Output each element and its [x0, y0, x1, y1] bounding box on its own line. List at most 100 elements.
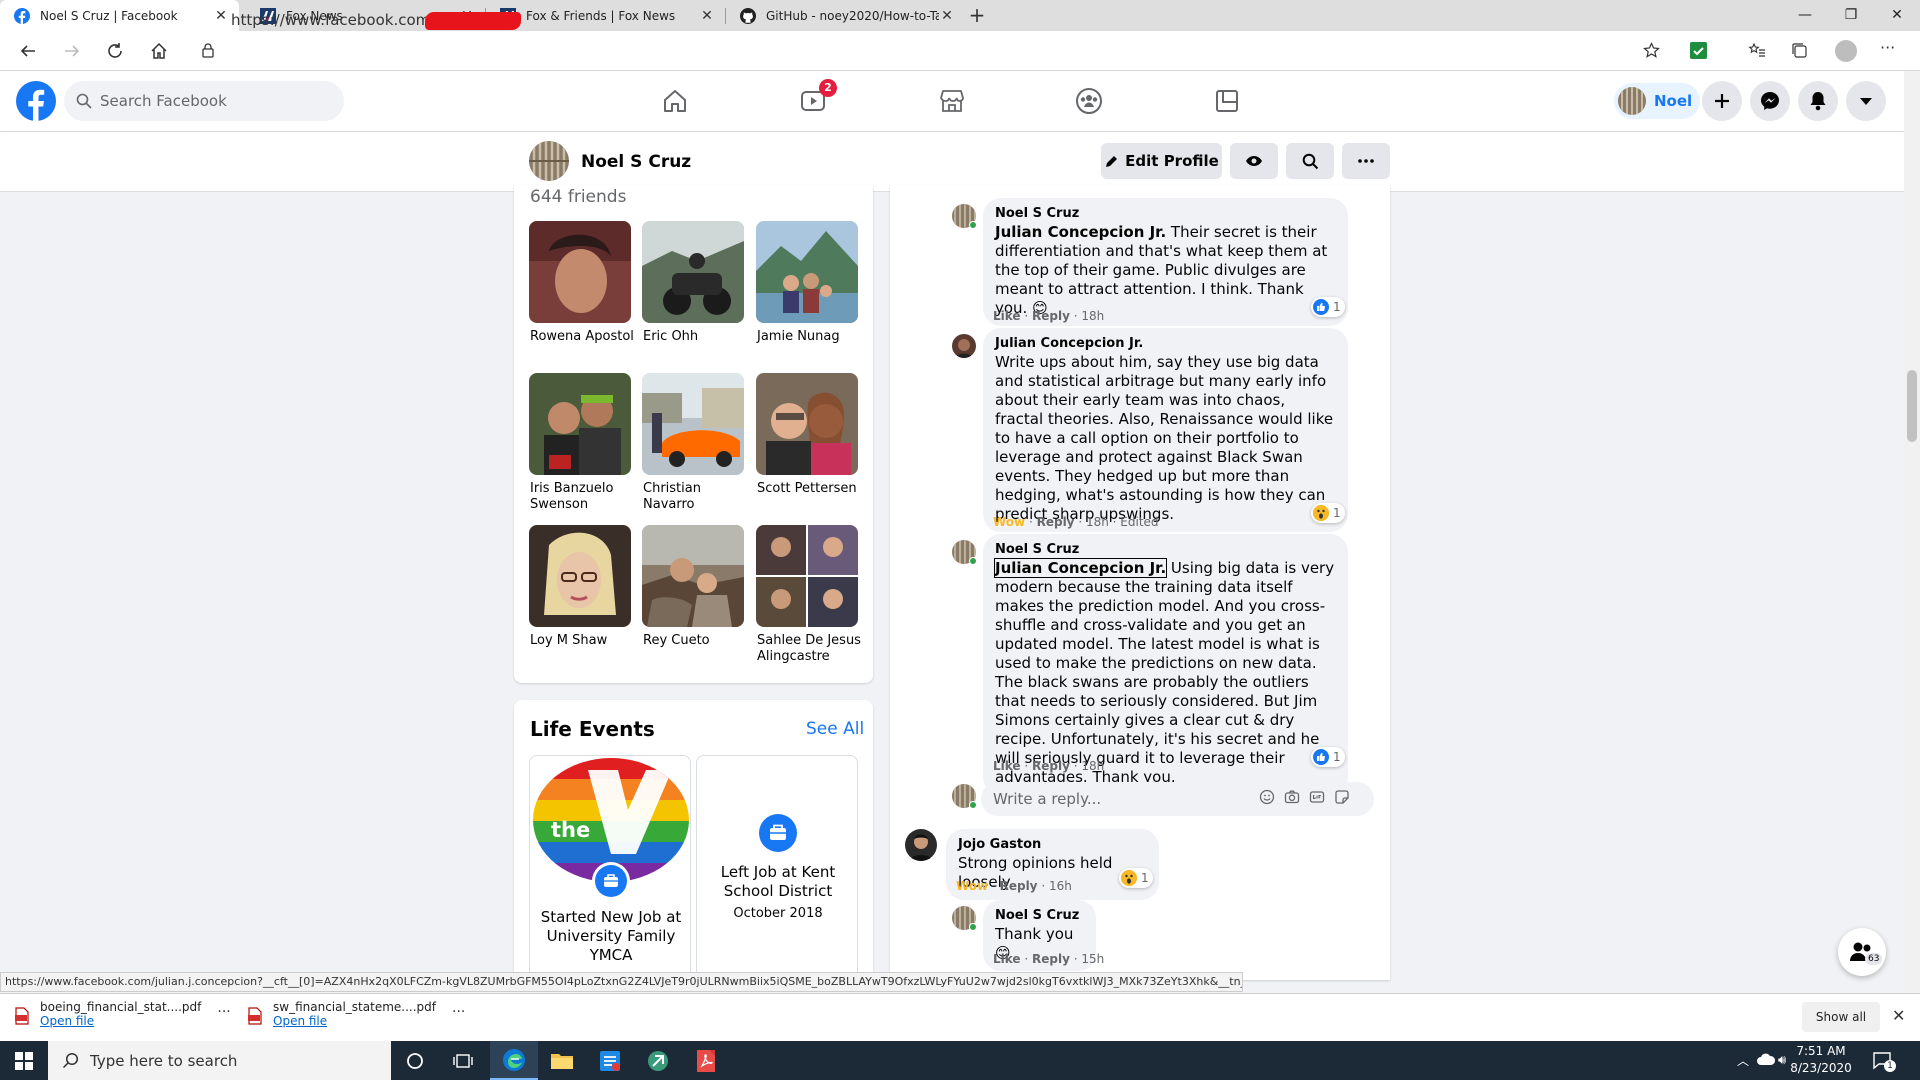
collections-icon[interactable] [1791, 42, 1808, 59]
gif-icon[interactable] [1309, 789, 1325, 805]
groups-nav-icon[interactable] [1072, 84, 1106, 118]
download-item[interactable]: sw_financial_stateme....pdf Open file ··… [247, 1000, 465, 1028]
edit-profile-button[interactable]: Edit Profile [1101, 143, 1222, 179]
reaction-count[interactable]: 1 [1311, 297, 1345, 317]
back-button[interactable] [14, 37, 42, 65]
like-action[interactable]: Like [993, 309, 1021, 323]
friend-photo[interactable] [642, 373, 744, 475]
contacts-chat-button[interactable]: 63 [1838, 928, 1886, 976]
friend-name[interactable]: Iris Banzuelo Swenson [530, 481, 634, 513]
open-file-link[interactable]: Open file [40, 1014, 201, 1028]
create-button[interactable] [1702, 81, 1742, 121]
taskbar-clock[interactable]: 7:51 AM 8/23/2020 [1785, 1043, 1857, 1077]
system-tray-chevron-icon[interactable]: ︿ [1737, 1052, 1749, 1069]
avatar[interactable] [952, 334, 976, 358]
comment-mention[interactable]: Julian Concepcion Jr. [995, 223, 1166, 241]
profile-avatar[interactable] [529, 141, 569, 181]
facebook-logo[interactable] [16, 81, 56, 121]
tab-github[interactable]: GitHub - noey2020/How-to-Talk ✕ [726, 0, 965, 31]
reply-action[interactable]: Reply [1037, 515, 1075, 529]
tab-fox-friends[interactable]: Fox & Friends | Fox News ✕ [486, 0, 725, 31]
profile-name[interactable]: Noel S Cruz [581, 152, 691, 172]
refresh-button[interactable] [101, 37, 129, 65]
see-all-link[interactable]: See All [806, 719, 864, 739]
messenger-button[interactable] [1750, 81, 1790, 121]
address-bar-url[interactable]: https://www.facebook.com/ [231, 11, 435, 29]
friend-name[interactable]: Sahlee De Jesus Alingcastre [757, 633, 861, 665]
reaction-count[interactable]: 1 [1311, 747, 1345, 767]
wow-action[interactable]: Wow [956, 879, 988, 893]
comment-time[interactable]: 18h [1081, 309, 1104, 323]
friend-photo[interactable] [642, 221, 744, 323]
app-taskbar-icon[interactable] [586, 1041, 634, 1080]
sticker-icon[interactable] [1334, 789, 1350, 805]
life-event-card[interactable]: the Started New Job at University Family… [529, 755, 691, 980]
close-tab-icon[interactable]: ✕ [939, 8, 955, 24]
comment-time[interactable]: 15h [1081, 952, 1104, 966]
friend-name[interactable]: Jamie Nunag [757, 329, 861, 345]
close-window-button[interactable]: ✕ [1874, 0, 1920, 31]
task-view-button[interactable] [439, 1041, 487, 1080]
comment-mention[interactable]: Julian Concepcion Jr. [993, 558, 1168, 578]
file-explorer-taskbar-icon[interactable] [538, 1041, 586, 1080]
view-as-button[interactable] [1230, 143, 1278, 179]
friend-name[interactable]: Rowena Apostol [530, 329, 634, 345]
reply-action[interactable]: Reply [1000, 879, 1038, 893]
marketplace-nav-icon[interactable] [935, 84, 969, 118]
comment-time[interactable]: 18h [1086, 515, 1109, 529]
comment-author[interactable]: Jojo Gaston [958, 837, 1147, 853]
action-center-icon[interactable]: 1 [1872, 1050, 1896, 1072]
forward-button[interactable] [58, 37, 86, 65]
comment-author[interactable]: Noel S Cruz [995, 206, 1336, 222]
reaction-count[interactable]: 1 [1311, 503, 1345, 523]
download-options-icon[interactable]: ··· [217, 1004, 230, 1028]
friend-photo[interactable] [756, 525, 858, 627]
emoji-icon[interactable] [1259, 789, 1275, 805]
tab-facebook[interactable]: Noel S Cruz | Facebook ✕ [0, 0, 239, 31]
comment-time[interactable]: 16h [1049, 879, 1072, 893]
close-tab-icon[interactable]: ✕ [699, 8, 715, 24]
tool-taskbar-icon[interactable] [634, 1041, 682, 1080]
friend-photo[interactable] [756, 221, 858, 323]
profile-shortcut[interactable]: Noel [1614, 83, 1700, 119]
onedrive-icon[interactable] [1756, 1052, 1776, 1066]
profile-search-button[interactable] [1286, 143, 1334, 179]
reply-action[interactable]: Reply [1032, 952, 1070, 966]
wow-action[interactable]: Wow [993, 515, 1025, 529]
home-nav-icon[interactable] [658, 84, 692, 118]
friend-photo[interactable] [529, 525, 631, 627]
edge-taskbar-icon[interactable] [490, 1041, 538, 1080]
comment-author[interactable]: Julian Concepcion Jr. [995, 336, 1336, 352]
edited-label[interactable]: Edited [1120, 515, 1158, 529]
reply-action[interactable]: Reply [1032, 759, 1070, 773]
friend-name[interactable]: Scott Pettersen [757, 481, 861, 497]
more-options-button[interactable] [1342, 143, 1390, 179]
new-tab-button[interactable]: + [964, 2, 990, 28]
download-options-icon[interactable]: ··· [452, 1004, 465, 1028]
page-scrollbar[interactable] [1904, 71, 1920, 992]
close-tab-icon[interactable]: ✕ [213, 8, 229, 24]
friend-name[interactable]: Eric Ohh [643, 329, 747, 345]
comment-author[interactable]: Noel S Cruz [995, 908, 1084, 924]
scrollbar-thumb[interactable] [1907, 370, 1917, 442]
favorites-list-icon[interactable] [1748, 42, 1766, 59]
friend-photo[interactable] [529, 373, 631, 475]
like-action[interactable]: Like [993, 759, 1021, 773]
restore-button[interactable]: ❐ [1828, 0, 1874, 31]
friend-photo[interactable] [642, 525, 744, 627]
friend-name[interactable]: Christian Navarro [643, 481, 747, 513]
show-all-downloads-button[interactable]: Show all [1802, 1002, 1880, 1032]
browser-menu-icon[interactable]: ··· [1880, 38, 1895, 57]
camera-icon[interactable] [1284, 789, 1300, 805]
taskbar-search-input[interactable]: Type here to search [48, 1041, 391, 1080]
favorite-star-icon[interactable] [1643, 42, 1660, 59]
reaction-count[interactable]: 1 [1119, 868, 1153, 888]
friend-photo[interactable] [529, 221, 631, 323]
download-item[interactable]: boeing_financial_stat....pdf Open file ·… [14, 1000, 231, 1028]
like-action[interactable]: Like [993, 952, 1021, 966]
start-button[interactable] [0, 1041, 48, 1080]
life-event-card[interactable]: Left Job at Kent School District October… [696, 755, 858, 980]
comment-time[interactable]: 18h [1081, 759, 1104, 773]
avatar[interactable] [905, 829, 937, 861]
cortana-button[interactable] [391, 1041, 439, 1080]
